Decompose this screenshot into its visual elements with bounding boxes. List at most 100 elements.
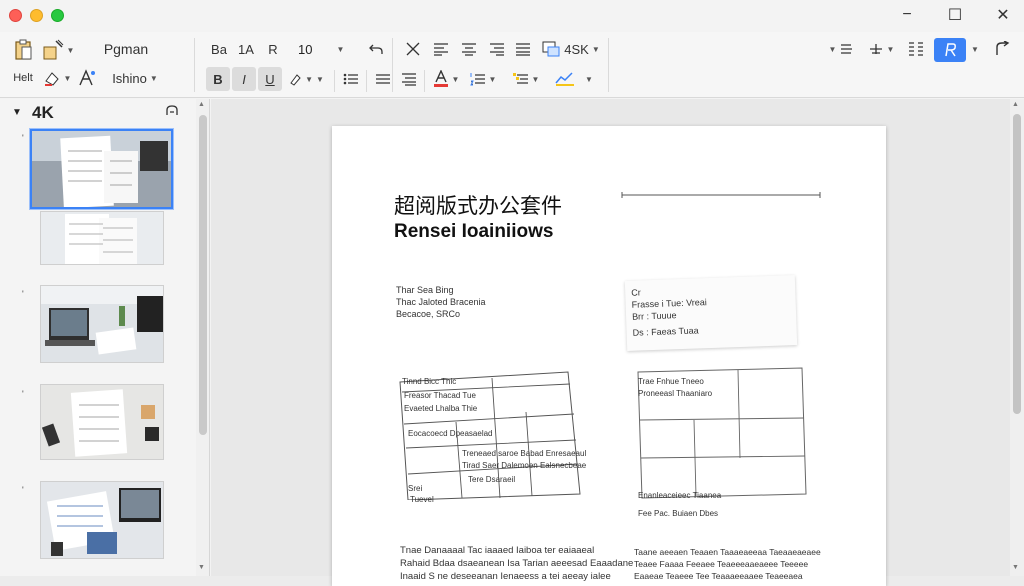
- align-center-icon: [461, 42, 477, 56]
- ribbon-toolbar: ▼ Pgman Helt ▼ Ishino ▼ Ba 1A R 10 ▼ 4SK…: [0, 32, 1024, 98]
- bullet-list-icon: [343, 72, 359, 86]
- info-line: Cr: [631, 287, 641, 298]
- indent-button[interactable]: ▼: [826, 37, 858, 61]
- undo-button[interactable]: [366, 37, 386, 61]
- align-left-icon: [433, 42, 449, 56]
- canvas-scroll-up-icon[interactable]: ▲: [1012, 101, 1019, 108]
- table-cell: Tinnd Bicc Thic: [402, 377, 457, 386]
- thumbnail-image: [41, 385, 163, 459]
- text-effects-button[interactable]: [76, 66, 98, 90]
- maximize-button[interactable]: ☐: [940, 4, 970, 26]
- font-family-c[interactable]: R: [262, 37, 284, 61]
- panel-title: 4K: [32, 103, 54, 122]
- separator: [334, 70, 335, 92]
- title-bar: − ☐ ✕: [0, 0, 1024, 32]
- page-thumbnail-4[interactable]: [40, 384, 164, 460]
- table-cell: Evaeted Lhalba Thie: [404, 404, 478, 413]
- image-button[interactable]: [540, 37, 562, 61]
- image-icon: [542, 41, 560, 57]
- app-window: − ☐ ✕ ▼ Pgman Helt ▼ Ishino ▼ Ba 1A R 10…: [0, 0, 1024, 586]
- table-cell: Trae Fnhue Tneeo: [638, 377, 704, 386]
- style-name-box[interactable]: Pgman: [96, 37, 156, 61]
- bookmark-icon[interactable]: [166, 105, 178, 117]
- styles-dropdown[interactable]: ▼: [968, 37, 982, 61]
- justify-button[interactable]: [512, 37, 534, 61]
- table-caption: Fee Pac. Buiaen Dbes: [638, 509, 719, 518]
- change-case-button[interactable]: ▼: [42, 66, 72, 90]
- collapse-arrow-icon[interactable]: ▼: [12, 107, 22, 118]
- eraser-icon: [43, 69, 61, 87]
- font-family-a[interactable]: Ba: [206, 37, 232, 61]
- info-line: Thar Sea Bing: [396, 285, 454, 295]
- line-spacing-button[interactable]: [372, 67, 394, 91]
- separator: [194, 38, 195, 92]
- page-thumbnail-5[interactable]: [40, 481, 164, 559]
- table-cell: Tuevel: [410, 495, 434, 504]
- page-thumbnail-2[interactable]: [40, 211, 164, 265]
- minimize-traffic-light[interactable]: [30, 9, 43, 22]
- minimize-button[interactable]: −: [892, 4, 922, 26]
- font-size-value: 10: [298, 41, 313, 57]
- font-size-box[interactable]: 10 ▼: [292, 38, 354, 60]
- cut-button[interactable]: [402, 37, 424, 61]
- text-highlight-button[interactable]: ▼ ▼: [286, 67, 326, 91]
- close-button[interactable]: ✕: [988, 4, 1018, 26]
- format-painter-button[interactable]: ▼: [40, 38, 76, 62]
- font-color-button[interactable]: ▼: [430, 67, 462, 91]
- separator: [366, 70, 367, 92]
- italic-button[interactable]: I: [232, 67, 256, 91]
- clipboard-icon: [13, 39, 33, 61]
- thumbnail-image: [32, 131, 171, 207]
- canvas-scroll-down-icon[interactable]: ▼: [1012, 564, 1019, 571]
- numbered-list-icon: [469, 72, 486, 86]
- align-right-button[interactable]: [486, 37, 508, 61]
- thumb-number: ': [22, 133, 24, 143]
- document-title-chinese: 超阅版式办公套件: [394, 195, 562, 218]
- styles-pane-button[interactable]: [934, 38, 966, 62]
- text-effects-icon: [78, 69, 96, 87]
- thumbnail-image: [41, 212, 163, 264]
- thumbnail-image: [41, 482, 163, 558]
- font-family-b[interactable]: 1A: [234, 37, 258, 61]
- outdent-button[interactable]: ▼: [864, 37, 898, 61]
- left-label: Helt: [13, 72, 33, 84]
- table-cell: Treneaed saroe Babad Enresaeaul: [462, 449, 587, 458]
- styles-pane-icon: [942, 42, 958, 58]
- body-paragraph-line: Eaaeae Teaeee Tee Teaaaeeaaee Teaeeaea: [634, 571, 803, 581]
- undo-icon: [369, 42, 383, 56]
- scroll-down-icon[interactable]: ▼: [198, 564, 205, 571]
- multilevel-list-button[interactable]: ▼: [506, 67, 546, 91]
- panel-scroll-thumb[interactable]: [199, 115, 207, 435]
- columns-button[interactable]: [904, 37, 928, 61]
- paste-button[interactable]: [10, 38, 36, 62]
- underline-button[interactable]: U: [258, 67, 282, 91]
- highlighter-icon: [288, 72, 302, 86]
- page-thumbnail-1[interactable]: [30, 129, 173, 209]
- paragraph-spacing-icon: [401, 72, 417, 86]
- close-traffic-light[interactable]: [9, 9, 22, 22]
- thumbnail-panel: ▼ 4K ▲ ▼ ' ' ' ': [0, 99, 210, 576]
- zoom-traffic-light[interactable]: [51, 9, 64, 22]
- columns-icon: [907, 41, 925, 57]
- style-picker[interactable]: Ishino ▼: [100, 66, 170, 90]
- table-cell: Tirad Saer Dalemoen Ealsnecbeae: [462, 461, 587, 470]
- table-cell: Enanleaceieec Tiaanea: [638, 491, 722, 500]
- zoom-dropdown[interactable]: 4SK ▼: [564, 37, 600, 61]
- paragraph-spacing-button[interactable]: [398, 67, 420, 91]
- canvas-scroll-thumb[interactable]: [1013, 114, 1021, 414]
- table-cell: Eocacoecd Dpeasaelad: [408, 429, 493, 438]
- bullets-button[interactable]: [340, 67, 362, 91]
- bold-button[interactable]: B: [206, 67, 230, 91]
- align-left-button[interactable]: [430, 37, 452, 61]
- chart-button[interactable]: ▼: [552, 67, 596, 91]
- scissors-icon: [405, 41, 421, 57]
- table-cell: Freasor Thacad Tue: [404, 391, 476, 400]
- document-page[interactable]: 超阅版式办公套件 Rensei Ioainiiows Thar Sea Bing…: [332, 126, 886, 586]
- numbering-button[interactable]: ▼: [466, 67, 500, 91]
- align-center-button[interactable]: [458, 37, 480, 61]
- info-line: Ds : Faeas Tuaa: [632, 325, 699, 338]
- page-thumbnail-3[interactable]: [40, 285, 164, 363]
- document-title-english: Rensei Ioainiiows: [394, 221, 554, 242]
- redo-button[interactable]: [990, 37, 1014, 61]
- scroll-up-icon[interactable]: ▲: [198, 101, 205, 108]
